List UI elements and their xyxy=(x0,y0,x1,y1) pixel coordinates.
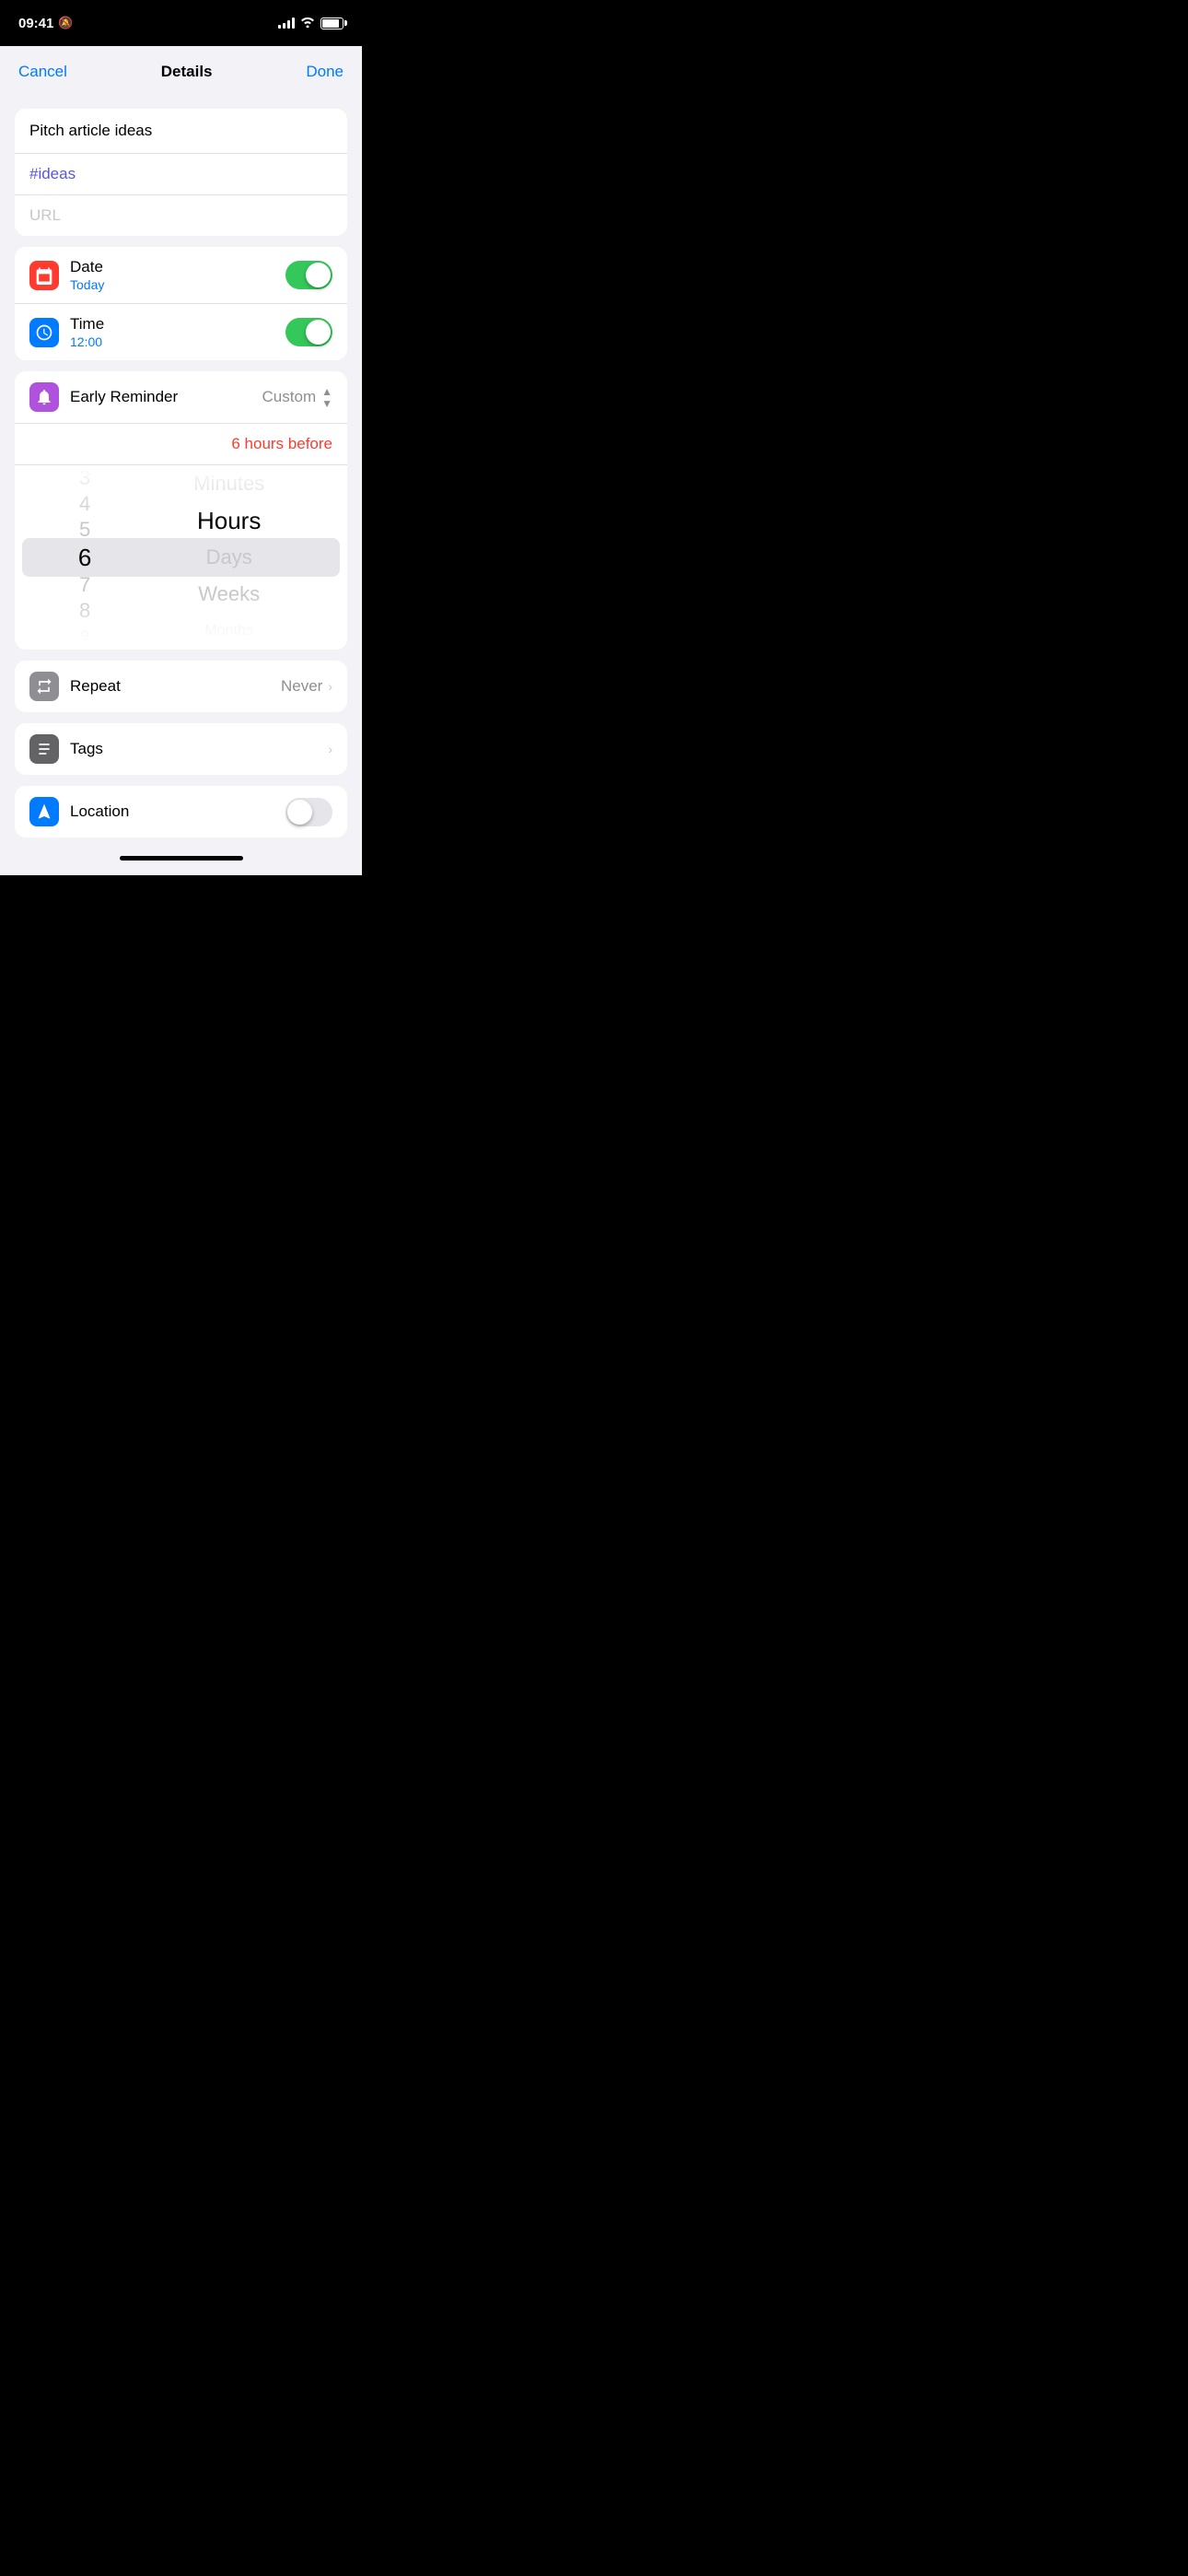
location-card: Location xyxy=(15,786,347,837)
cancel-button[interactable]: Cancel xyxy=(18,55,67,88)
tags-row[interactable]: Tags › xyxy=(15,723,347,775)
picker-num-5: 5 xyxy=(37,517,133,543)
picker-unit-weeks: Weeks xyxy=(133,576,325,613)
picker-unit-hours-selected: Hours xyxy=(133,502,325,539)
picker-num-8: 8 xyxy=(37,598,133,624)
task-tag[interactable]: #ideas xyxy=(15,154,347,195)
picker-unit-days: Days xyxy=(133,539,325,576)
location-icon-badge xyxy=(29,797,59,826)
main-container: Cancel Details Done Pitch article ideas … xyxy=(0,46,362,875)
picker-num-3: 3 xyxy=(37,465,133,491)
date-toggle[interactable] xyxy=(285,261,332,289)
time-label: Time 12:00 xyxy=(70,315,274,349)
picker-columns: 3 4 5 6 7 8 9 Minutes Hours Days Weeks xyxy=(37,465,325,650)
mute-icon: 🔕 xyxy=(58,16,73,30)
content-area: Pitch article ideas #ideas URL Date T xyxy=(0,98,362,849)
early-reminder-card: Early Reminder Custom ▲ ▼ 6 hours before xyxy=(15,371,347,650)
picker-unit-column[interactable]: Minutes Hours Days Weeks Months xyxy=(133,465,325,650)
repeat-row[interactable]: Repeat Never › xyxy=(15,661,347,712)
status-time: 09:41 xyxy=(18,16,53,31)
repeat-icon-badge xyxy=(29,672,59,701)
picker-num-7: 7 xyxy=(37,572,133,598)
date-row: Date Today xyxy=(15,247,347,303)
date-label: Date Today xyxy=(70,258,274,292)
status-bar: 09:41 🔕 xyxy=(0,0,362,46)
picker-num-6-selected: 6 xyxy=(37,544,133,572)
tags-chevron: › xyxy=(328,742,332,756)
reminder-icon-badge xyxy=(29,382,59,412)
battery-icon xyxy=(320,18,344,29)
date-icon-badge xyxy=(29,261,59,290)
repeat-card[interactable]: Repeat Never › xyxy=(15,661,347,712)
home-indicator xyxy=(0,849,362,875)
early-reminder-value: Custom xyxy=(262,388,317,406)
task-title[interactable]: Pitch article ideas xyxy=(15,109,347,154)
time-toggle[interactable] xyxy=(285,318,332,346)
time-row: Time 12:00 xyxy=(15,303,347,360)
tags-icon-badge xyxy=(29,734,59,764)
early-reminder-right: Custom ▲ ▼ xyxy=(262,386,332,409)
picker-wheel[interactable]: 3 4 5 6 7 8 9 Minutes Hours Days Weeks xyxy=(15,465,347,650)
done-button[interactable]: Done xyxy=(306,55,344,88)
repeat-chevron: › xyxy=(328,679,332,694)
nav-bar: Cancel Details Done xyxy=(0,46,362,98)
tags-card[interactable]: Tags › xyxy=(15,723,347,775)
date-time-card: Date Today Time 12:00 xyxy=(15,247,347,360)
nav-title: Details xyxy=(161,63,213,81)
picker-num-9: 9 xyxy=(37,624,133,650)
home-indicator-bar xyxy=(120,856,243,861)
location-toggle[interactable] xyxy=(285,798,332,826)
task-info-card: Pitch article ideas #ideas URL xyxy=(15,109,347,236)
task-url[interactable]: URL xyxy=(15,195,347,236)
repeat-right: Never › xyxy=(281,677,332,696)
time-icon-badge xyxy=(29,318,59,347)
location-row: Location xyxy=(15,786,347,837)
picker-num-4: 4 xyxy=(37,491,133,517)
early-reminder-custom: 6 hours before xyxy=(15,424,347,465)
picker-number-column[interactable]: 3 4 5 6 7 8 9 xyxy=(37,465,133,650)
location-label: Location xyxy=(70,802,274,821)
signal-icon xyxy=(278,18,295,29)
tags-label: Tags xyxy=(70,740,317,758)
wifi-icon xyxy=(300,16,315,30)
picker-unit-months: Months xyxy=(133,613,325,650)
status-right xyxy=(278,16,344,30)
early-reminder-label: Early Reminder xyxy=(70,388,251,406)
repeat-label: Repeat xyxy=(70,677,270,696)
early-reminder-row[interactable]: Early Reminder Custom ▲ ▼ xyxy=(15,371,347,424)
updown-icon: ▲ ▼ xyxy=(321,386,332,409)
repeat-value: Never xyxy=(281,677,322,696)
picker-unit-minutes: Minutes xyxy=(133,465,325,502)
